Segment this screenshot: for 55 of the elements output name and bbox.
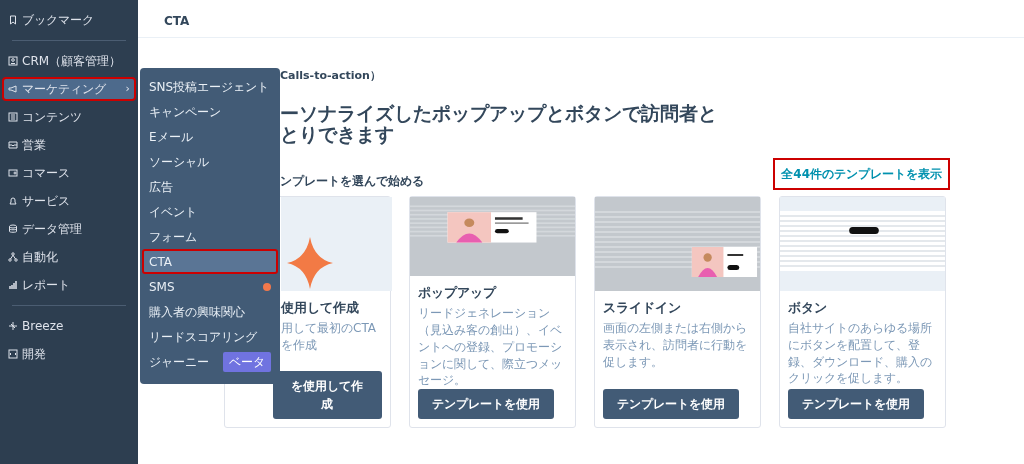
submenu-item[interactable]: フォーム — [142, 224, 278, 249]
submenu-item[interactable]: ジャーニー ベータ — [142, 349, 278, 374]
bookmark-icon — [8, 15, 18, 25]
sidebar-item[interactable]: 自動化 — [2, 245, 136, 269]
chevron-icon: › — [125, 80, 130, 98]
sidebar-item[interactable]: レポート — [2, 273, 136, 297]
card-description: 用して最初のCTAを作成 — [281, 319, 377, 354]
use-template-button[interactable]: テンプレートを使用 — [418, 389, 554, 420]
sparkle-icon — [8, 321, 18, 331]
code-window-icon — [8, 349, 18, 359]
beta-badge: ベータ — [223, 351, 271, 372]
submenu-item[interactable]: Eメール — [142, 124, 278, 149]
wallet-icon — [8, 168, 18, 178]
sidebar-item[interactable]: データ管理 — [2, 217, 136, 241]
network-icon — [8, 252, 18, 262]
submenu-item[interactable]: CTA — [142, 249, 278, 274]
bar-chart-icon — [8, 280, 18, 290]
megaphone-icon — [8, 84, 18, 94]
page-subtitle: Calls-to-action） — [279, 68, 382, 84]
submenu-item[interactable]: SNS投稿エージェント — [142, 74, 278, 99]
inbox-icon — [8, 140, 18, 150]
document-icon — [8, 112, 18, 122]
sidebar-item[interactable]: ブックマーク — [2, 8, 136, 32]
use-template-button[interactable]: テンプレートを使用 — [603, 389, 739, 420]
use-template-button[interactable]: テンプレートを使用 — [788, 389, 924, 420]
submenu-item[interactable]: SMS — [142, 274, 278, 299]
page-title: CTA — [138, 0, 1024, 38]
sidebar-item[interactable]: コマース — [2, 161, 136, 185]
card-description: 画面の左側または右側から表示され、訪問者に行動を促します。 — [603, 319, 748, 371]
sidebar-item[interactable]: CRM（顧客管理） — [2, 49, 136, 73]
card-description: リードジェネレーション（見込み客の創出）、イベントへの登録、プロモーションに関して、際立つメッセージ。 — [418, 305, 563, 390]
card-title: スライドイン — [603, 299, 682, 318]
view-all-link[interactable]: 全44件のテンプレートを表示 — [773, 158, 950, 191]
sidebar-item[interactable]: 営業 — [2, 133, 136, 157]
submenu-item[interactable]: キャンペーン — [142, 99, 278, 124]
sidebar-item[interactable]: サービス — [2, 189, 136, 213]
card-title: ボタン — [788, 299, 828, 318]
submenu-item[interactable]: リードスコアリング — [142, 324, 278, 349]
sidebar-item[interactable]: マーケティング › — [2, 77, 136, 101]
submenu-item[interactable]: ソーシャル — [142, 149, 278, 174]
contact-card-icon — [8, 56, 18, 66]
sidebar-item[interactable]: Breeze — [2, 314, 136, 338]
submenu-item[interactable]: 購入者の興味関心 — [142, 299, 278, 324]
card-title: ポップアップ — [418, 284, 498, 303]
submenu-item[interactable]: 広告 — [142, 174, 278, 199]
section-heading: ンプレートを選んで始める — [279, 173, 424, 191]
card-title: 使用して作成 — [281, 299, 360, 318]
use-template-button[interactable]: を使用して作成 — [273, 371, 382, 420]
page-heading: ーソナライズしたポップアップとボタンで訪問者と とりできます — [279, 102, 718, 147]
card-description: 自社サイトのあらゆる場所にボタンを配置して、登録、ダウンロード、購入のクリックを促します。 — [788, 319, 933, 388]
bell-icon — [8, 196, 18, 206]
submenu-item[interactable]: イベント — [142, 199, 278, 224]
sidebar-item[interactable]: コンテンツ — [2, 105, 136, 129]
database-icon — [8, 224, 18, 234]
sidebar-item[interactable]: 開発 — [2, 342, 136, 366]
